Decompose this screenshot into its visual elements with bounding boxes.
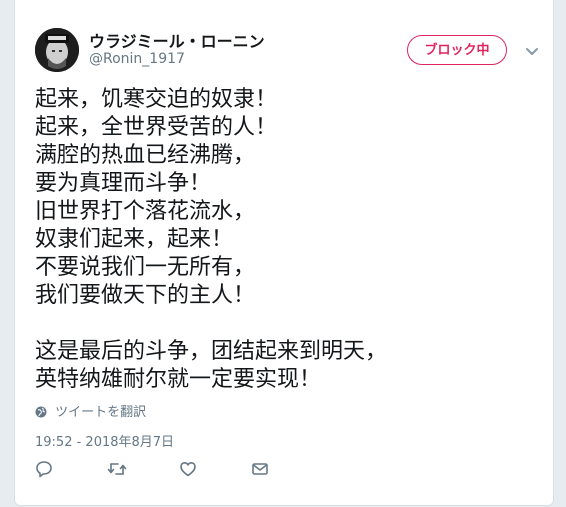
- heart-icon[interactable]: [179, 460, 199, 480]
- avatar-image: [35, 28, 79, 72]
- translate-label[interactable]: ツイートを翻訳: [55, 405, 146, 420]
- tweet-line: 我们要做天下的主人！: [35, 283, 256, 308]
- block-button[interactable]: ブロック中: [407, 35, 507, 65]
- tweet-card: ウラジミール・ローニン @Ronin_1917 ブロック中 起来，饥寒交迫的奴隶…: [14, 0, 554, 506]
- tweet-line: 起来，饥寒交迫的奴隶！: [35, 87, 278, 112]
- chevron-down-icon[interactable]: [525, 43, 539, 57]
- tweet-line: 旧世界打个落花流水，: [35, 199, 256, 224]
- tweet-line: 不要说我们一无所有，: [35, 255, 256, 280]
- tweet-line: 英特纳雄耐尔就一定要实现！: [35, 367, 322, 392]
- author-display-name[interactable]: ウラジミール・ローニン: [89, 28, 265, 52]
- tweet-line: 要为真理而斗争！: [35, 171, 212, 196]
- translate-tweet-link[interactable]: ツイートを翻訳: [35, 401, 146, 422]
- tweet-timestamp[interactable]: 19:52 - 2018年8月7日: [35, 431, 174, 450]
- tweet-line: 满腔的热血已经沸腾，: [35, 143, 256, 168]
- retweet-icon[interactable]: [107, 460, 127, 480]
- globe-icon: [35, 406, 47, 422]
- author-handle[interactable]: @Ronin_1917: [89, 51, 185, 67]
- avatar[interactable]: [35, 28, 79, 72]
- tweet-line: 这是最后的斗争，团结起来到明天，: [35, 339, 388, 364]
- envelope-icon[interactable]: [251, 460, 271, 480]
- tweet-line: 奴隶们起来，起来！: [35, 227, 234, 252]
- tweet-text: 起来，饥寒交迫的奴隶！ 起来，全世界受苦的人！ 满腔的热血已经沸腾， 要为真理而…: [35, 86, 545, 394]
- tweet-line: 起来，全世界受苦的人！: [35, 115, 278, 140]
- reply-icon[interactable]: [35, 460, 55, 480]
- tweet-line-break: [35, 310, 545, 338]
